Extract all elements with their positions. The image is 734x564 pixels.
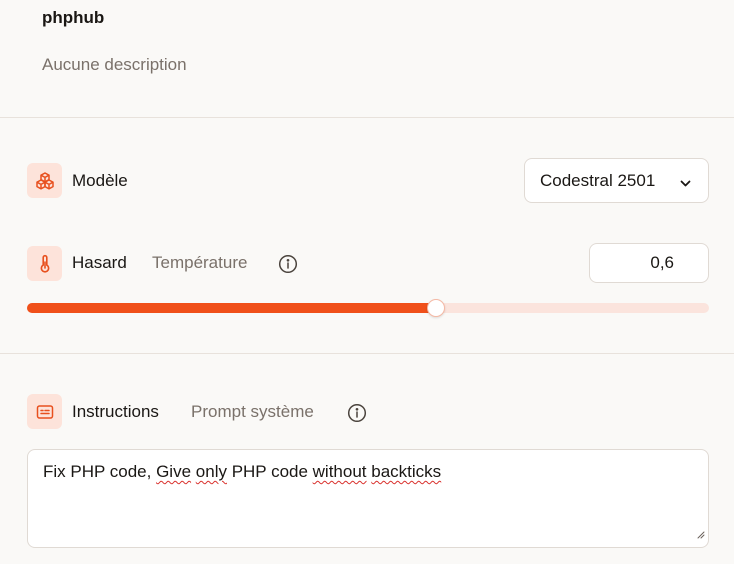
divider bbox=[0, 353, 734, 354]
text-card-icon bbox=[27, 394, 62, 429]
system-prompt-textarea[interactable]: Fix PHP code, Give only PHP code without… bbox=[27, 449, 709, 548]
temperature-sublabel: Température bbox=[152, 253, 248, 272]
prompt-text: Give bbox=[156, 462, 192, 481]
temperature-slider[interactable] bbox=[27, 299, 709, 317]
divider bbox=[0, 117, 734, 118]
cubes-icon bbox=[27, 163, 62, 198]
instructions-label: Instructions bbox=[72, 402, 159, 421]
chevron-down-icon bbox=[679, 175, 692, 195]
info-icon[interactable] bbox=[278, 254, 298, 274]
prompt-text: without bbox=[312, 462, 367, 481]
slider-thumb[interactable] bbox=[427, 299, 446, 317]
temperature-input[interactable]: 0,6 bbox=[589, 243, 709, 283]
model-select[interactable]: Codestral 2501 bbox=[524, 158, 709, 203]
thermometer-icon bbox=[27, 246, 62, 281]
info-icon[interactable] bbox=[347, 403, 367, 423]
agent-name: phphub bbox=[42, 8, 105, 27]
prompt-text: backticks bbox=[371, 462, 442, 481]
prompt-text: only bbox=[195, 462, 227, 481]
temperature-label: Hasard bbox=[72, 253, 127, 272]
agent-settings-panel: phphub Aucune description Modèle Codestr… bbox=[0, 0, 734, 564]
prompt-text: PHP code bbox=[226, 462, 313, 481]
instructions-sublabel: Prompt système bbox=[191, 402, 314, 421]
prompt-text: Fix PHP code, bbox=[43, 462, 157, 481]
model-label: Modèle bbox=[72, 171, 128, 190]
model-select-value: Codestral 2501 bbox=[540, 170, 656, 190]
resize-handle-icon[interactable] bbox=[696, 524, 705, 544]
slider-fill bbox=[27, 303, 437, 313]
agent-description[interactable]: Aucune description bbox=[42, 55, 187, 75]
